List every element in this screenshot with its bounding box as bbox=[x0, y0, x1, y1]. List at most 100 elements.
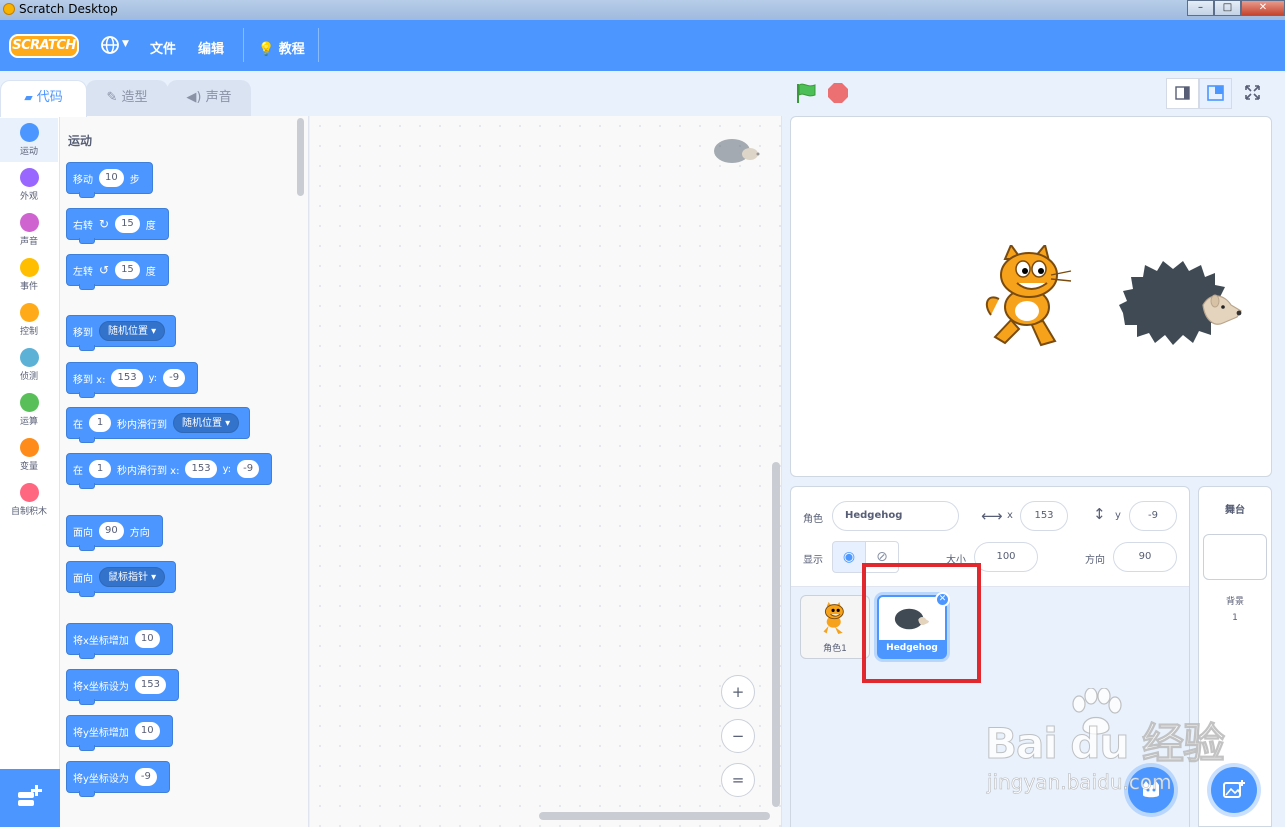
window-title: Scratch Desktop bbox=[19, 2, 118, 16]
block-turn-right[interactable]: 右转 ↻ 15 度 bbox=[66, 208, 169, 244]
block-dropdown[interactable]: 随机位置 ▾ bbox=[99, 321, 166, 341]
stop-button[interactable] bbox=[828, 83, 848, 103]
block-input[interactable]: -9 bbox=[134, 768, 157, 786]
block-input[interactable]: 10 bbox=[99, 169, 124, 187]
block-dropdown[interactable]: 鼠标指针 ▾ bbox=[99, 567, 166, 587]
tab-code[interactable]: ▰ 代码 bbox=[0, 80, 87, 117]
menu-divider bbox=[318, 28, 319, 62]
script-workspace[interactable]: + − = bbox=[310, 116, 782, 827]
block-glide-xy[interactable]: 在 1 秒内滑行到 x: 153 y: -9 bbox=[66, 453, 273, 489]
zoom-in-button[interactable]: + bbox=[721, 675, 755, 709]
normal-stage-button[interactable] bbox=[1199, 78, 1232, 109]
block-change-x[interactable]: 将x坐标增加 10 bbox=[66, 623, 173, 659]
block-text: 秒内滑行到 x: bbox=[117, 465, 180, 477]
x-position-field[interactable]: 153 bbox=[1020, 501, 1068, 531]
sprite-name-field[interactable]: Hedgehog bbox=[832, 501, 959, 531]
minimize-button[interactable]: – bbox=[1187, 0, 1214, 16]
show-sprite-toggle[interactable]: ◉ bbox=[832, 541, 866, 573]
block-input[interactable]: 90 bbox=[99, 522, 124, 540]
tab-costumes[interactable]: ✎ 造型 bbox=[86, 80, 168, 116]
block-text: 移动 bbox=[73, 174, 93, 186]
y-position-field[interactable]: -9 bbox=[1129, 501, 1177, 531]
block-text: 面向 bbox=[73, 527, 93, 539]
category-label: 声音 bbox=[19, 237, 38, 247]
menu-file[interactable]: 文件 bbox=[150, 38, 176, 57]
chevron-down-icon: ▼ bbox=[122, 39, 129, 49]
block-turn-left[interactable]: 左转 ↺ 15 度 bbox=[66, 254, 169, 290]
x-label: x bbox=[1007, 510, 1013, 521]
block-glide[interactable]: 在 1 秒内滑行到 随机位置 ▾ bbox=[66, 407, 251, 443]
hedgehog-sprite-preview bbox=[714, 139, 760, 163]
small-stage-button[interactable] bbox=[1166, 78, 1199, 109]
backdrop-thumbnail[interactable] bbox=[1203, 534, 1267, 580]
menu-tutorials[interactable]: 💡 教程 bbox=[258, 38, 305, 57]
sprite-name-label: 角色 bbox=[803, 514, 823, 525]
green-flag-button[interactable] bbox=[795, 82, 817, 104]
scratch-logo[interactable]: SCRATCH bbox=[9, 34, 79, 58]
block-change-y[interactable]: 将y坐标增加 10 bbox=[66, 715, 173, 751]
category-motion[interactable]: 运动 bbox=[0, 118, 58, 162]
language-menu[interactable]: ▼ bbox=[100, 34, 134, 56]
block-text: y: bbox=[222, 463, 232, 475]
workspace-vertical-scrollbar[interactable] bbox=[772, 462, 780, 807]
close-window-button[interactable]: ✕ bbox=[1241, 0, 1285, 16]
category-sensing[interactable]: 侦测 bbox=[0, 343, 58, 387]
y-label: y bbox=[1115, 510, 1121, 521]
category-label: 控制 bbox=[19, 327, 38, 337]
block-point-direction[interactable]: 面向 90 方向 bbox=[66, 515, 163, 551]
block-input[interactable]: 153 bbox=[111, 369, 143, 387]
fullscreen-button[interactable] bbox=[1237, 78, 1270, 109]
category-control[interactable]: 控制 bbox=[0, 298, 58, 342]
category-dot bbox=[19, 258, 39, 277]
cat-thumbnail-icon bbox=[823, 602, 844, 635]
zoom-in-icon: + bbox=[731, 683, 745, 701]
block-goto[interactable]: 移到 随机位置 ▾ bbox=[66, 315, 177, 351]
palette-scrollbar[interactable] bbox=[297, 118, 304, 196]
cat-sprite[interactable] bbox=[981, 245, 1081, 351]
size-field[interactable]: 100 bbox=[974, 542, 1038, 572]
category-my-blocks[interactable]: 自制积木 bbox=[0, 478, 58, 522]
tab-sounds[interactable]: ◀) 声音 bbox=[167, 80, 251, 116]
category-sound[interactable]: 声音 bbox=[0, 208, 58, 252]
app-icon bbox=[3, 3, 15, 15]
block-text: 右转 bbox=[73, 220, 93, 232]
block-input[interactable]: -9 bbox=[237, 460, 260, 478]
block-input[interactable]: -9 bbox=[163, 369, 186, 387]
zoom-out-button[interactable]: − bbox=[721, 719, 755, 753]
direction-field[interactable]: 90 bbox=[1113, 542, 1177, 572]
stage-canvas[interactable] bbox=[790, 116, 1272, 477]
tutorials-label: 教程 bbox=[278, 42, 305, 57]
block-input[interactable]: 15 bbox=[115, 261, 140, 279]
block-move-steps[interactable]: 移动 10 步 bbox=[66, 162, 153, 198]
block-point-towards[interactable]: 面向 鼠标指针 ▾ bbox=[66, 561, 177, 597]
block-input[interactable]: 10 bbox=[134, 722, 160, 740]
block-input[interactable]: 153 bbox=[185, 460, 217, 478]
workspace-horizontal-scrollbar[interactable] bbox=[539, 812, 770, 820]
block-text: 度 bbox=[145, 266, 156, 278]
category-looks[interactable]: 外观 bbox=[0, 163, 58, 207]
category-variables[interactable]: 变量 bbox=[0, 433, 58, 477]
block-input[interactable]: 153 bbox=[134, 676, 167, 694]
block-input[interactable]: 1 bbox=[89, 414, 111, 432]
block-set-y[interactable]: 将y坐标设为 -9 bbox=[66, 761, 170, 797]
horizontal-arrows-icon: ⟷ bbox=[981, 507, 1003, 525]
category-operators[interactable]: 运算 bbox=[0, 388, 58, 432]
choose-sprite-button[interactable] bbox=[1128, 767, 1174, 813]
maximize-button[interactable]: □ bbox=[1214, 0, 1241, 16]
eye-icon: ◉ bbox=[842, 549, 856, 565]
menu-edit[interactable]: 编辑 bbox=[198, 38, 224, 57]
choose-backdrop-button[interactable] bbox=[1211, 767, 1257, 813]
block-input[interactable]: 15 bbox=[115, 215, 140, 233]
block-input[interactable]: 10 bbox=[134, 630, 160, 648]
sprite-thumbnail-cat[interactable]: 角色1 bbox=[800, 595, 870, 659]
zoom-reset-button[interactable]: = bbox=[721, 763, 755, 797]
block-dropdown[interactable]: 随机位置 ▾ bbox=[173, 413, 240, 433]
add-extension-button[interactable] bbox=[0, 769, 60, 827]
menu-divider bbox=[243, 28, 244, 62]
block-input[interactable]: 1 bbox=[89, 460, 111, 478]
tab-costumes-label: 造型 bbox=[121, 90, 148, 105]
block-set-x[interactable]: 将x坐标设为 153 bbox=[66, 669, 180, 705]
hedgehog-sprite[interactable] bbox=[1119, 261, 1243, 345]
block-goto-xy[interactable]: 移到 x: 153 y: -9 bbox=[66, 362, 199, 398]
category-events[interactable]: 事件 bbox=[0, 253, 58, 297]
